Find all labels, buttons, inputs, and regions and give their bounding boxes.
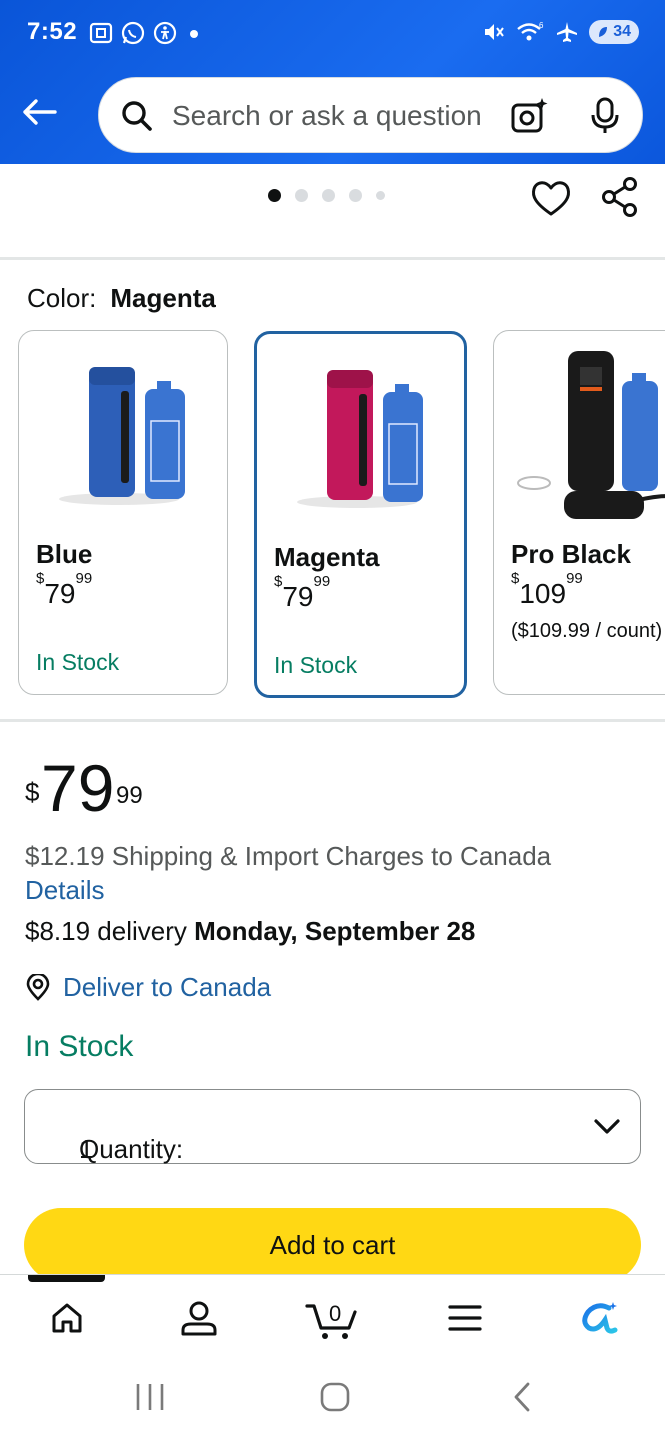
section-divider — [0, 719, 665, 722]
carousel-dot[interactable] — [349, 189, 362, 202]
chevron-down-icon — [594, 1119, 620, 1134]
search-icon — [122, 101, 152, 131]
menu-icon — [448, 1305, 482, 1331]
color-option-name: Blue — [36, 539, 93, 569]
app-header: 7:52 6 34 Search or ask a question — [0, 0, 665, 164]
deliver-to-link[interactable]: Deliver to Canada — [25, 972, 271, 1003]
color-label: Color: Magenta — [27, 283, 216, 314]
status-time: 7:52 — [27, 18, 78, 45]
back-nav-icon[interactable] — [508, 1380, 536, 1414]
color-option-name: Pro Black — [511, 539, 631, 569]
battery-icon: 34 — [589, 20, 639, 44]
svg-text:0: 0 — [329, 1301, 341, 1326]
color-option-name: Magenta — [274, 542, 380, 572]
nav-menu[interactable] — [440, 1293, 490, 1343]
deliver-to-text[interactable]: Deliver to Canada — [63, 972, 271, 1003]
nav-account[interactable] — [174, 1293, 224, 1343]
rufus-icon — [582, 1302, 618, 1334]
color-option-blue[interactable]: Blue $7999 In Stock — [18, 330, 228, 695]
product-thumbnail — [297, 370, 423, 508]
whatsapp-icon — [121, 21, 145, 45]
product-thumbnail — [59, 367, 185, 505]
color-option-price: $10999 — [511, 569, 583, 609]
price-symbol: $ — [25, 777, 40, 807]
color-option-stock: In Stock — [36, 649, 120, 675]
battery-level: 34 — [613, 23, 631, 40]
heart-icon[interactable] — [530, 178, 572, 218]
share-icon[interactable] — [600, 176, 640, 218]
active-tab-indicator — [28, 1275, 105, 1282]
delivery-info: $8.19 delivery Monday, September 28 — [25, 916, 475, 947]
quantity-text: Quantity: 1 — [79, 1134, 184, 1164]
cart-icon: 0 — [305, 1301, 357, 1339]
color-option-price: $7999 — [36, 569, 93, 609]
nav-cart[interactable]: 0 — [304, 1293, 360, 1343]
nav-home[interactable] — [42, 1293, 92, 1343]
price-fraction: 99 — [116, 782, 143, 809]
color-option-stock: In Stock — [274, 652, 358, 678]
microphone-icon[interactable] — [589, 96, 621, 136]
selected-color: Magenta — [110, 283, 216, 313]
availability-status: In Stock — [25, 1030, 134, 1063]
nav-rufus[interactable] — [574, 1293, 624, 1343]
search-bar[interactable]: Search or ask a question — [98, 77, 643, 153]
details-link[interactable]: Details — [25, 875, 104, 906]
system-navigation-bar — [0, 1354, 665, 1440]
add-to-cart-button[interactable]: Add to cart — [24, 1208, 641, 1282]
status-bar: 7:52 6 34 — [0, 0, 665, 68]
camera-search-icon[interactable] — [509, 96, 549, 136]
quantity-dropdown[interactable]: Quantity: 1 — [24, 1089, 641, 1164]
carousel-dot[interactable] — [322, 189, 335, 202]
location-pin-icon — [26, 973, 50, 1001]
dot-icon — [190, 30, 198, 38]
search-input[interactable]: Search or ask a question — [172, 100, 482, 132]
carousel-dot[interactable] — [268, 189, 281, 202]
recent-apps-icon[interactable] — [134, 1380, 166, 1414]
account-icon — [181, 1301, 217, 1336]
svg-text:6: 6 — [539, 21, 544, 30]
wifi-icon: 6 — [517, 21, 544, 41]
color-option-unit-price: ($109.99 / count) — [511, 620, 663, 642]
color-option-price: $7999 — [274, 572, 331, 612]
home-icon — [52, 1303, 82, 1333]
color-option-magenta[interactable]: Magenta $7999 In Stock — [254, 331, 467, 698]
screenshot-icon — [89, 22, 113, 44]
price-whole: 79 — [41, 751, 115, 825]
home-button-icon[interactable] — [318, 1380, 352, 1414]
color-option-pro-black[interactable]: Pro Black $10999 ($109.99 / count) — [493, 330, 665, 695]
bottom-navigation: 0 — [0, 1274, 665, 1354]
back-button[interactable] — [18, 90, 62, 134]
shipping-charges: $12.19 Shipping & Import Charges to Cana… — [25, 841, 552, 871]
back-arrow-icon — [23, 99, 57, 125]
carousel-dot[interactable] — [295, 189, 308, 202]
image-carousel-dots[interactable] — [268, 189, 385, 202]
mute-icon — [485, 24, 505, 40]
color-label-text: Color: — [27, 283, 97, 313]
accessibility-icon — [153, 21, 177, 45]
delivery-date: Monday, September 28 — [194, 916, 476, 946]
carousel-dot[interactable] — [376, 191, 385, 200]
product-thumbnail — [517, 351, 665, 519]
airplane-icon — [557, 22, 578, 42]
section-divider — [0, 257, 665, 260]
add-to-cart-label: Add to cart — [269, 1230, 396, 1260]
delivery-price: $8.19 delivery — [25, 916, 195, 946]
